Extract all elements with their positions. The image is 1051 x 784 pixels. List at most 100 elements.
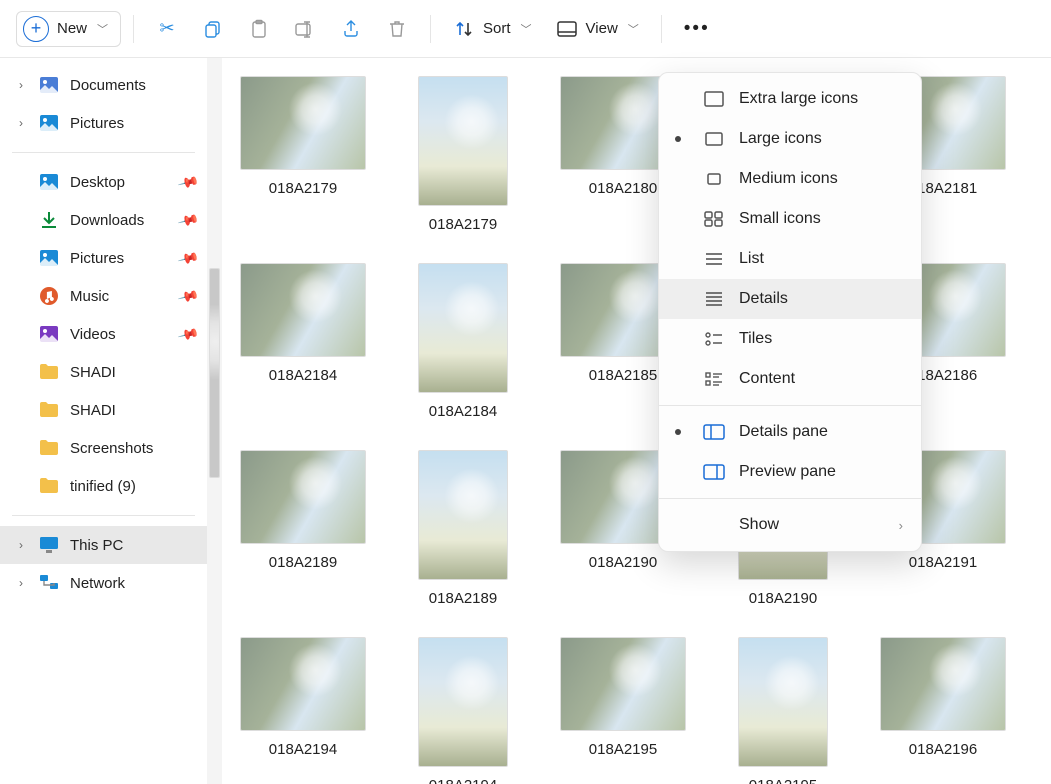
- sidebar-item-downloads[interactable]: Downloads📌: [0, 201, 207, 239]
- copy-button[interactable]: [192, 12, 234, 46]
- sidebar-item-pictures[interactable]: Pictures📌: [0, 239, 207, 277]
- list-icon: [703, 250, 725, 268]
- menu-item-list[interactable]: List: [659, 239, 921, 279]
- file-item[interactable]: 018A2184: [397, 263, 529, 420]
- file-name: 018A2180: [589, 180, 657, 197]
- sidebar-item-tinified-9-[interactable]: tinified (9): [0, 467, 207, 505]
- sidebar-item-desktop[interactable]: Desktop 📌: [0, 163, 207, 201]
- sidebar-item-label: Desktop: [70, 174, 125, 191]
- file-item[interactable]: 018A2194: [237, 637, 369, 784]
- rename-button[interactable]: [284, 12, 326, 46]
- separator: [12, 515, 195, 516]
- menu-item-content[interactable]: Content: [659, 359, 921, 399]
- file-item[interactable]: 018A2194: [397, 637, 529, 784]
- bullet-icon: [675, 136, 681, 142]
- bullet-icon: [675, 429, 681, 435]
- chevron-down-icon: ﹀: [521, 21, 532, 37]
- menu-item-label: Tiles: [739, 330, 772, 348]
- sidebar-item-label: Downloads: [70, 212, 144, 229]
- file-grid: 018A2179018A2179018A2180018A2180018A2181…: [207, 58, 1051, 784]
- view-menu: Extra large icons Large icons Medium icons…: [658, 72, 922, 552]
- menu-item-label: Preview pane: [739, 463, 836, 481]
- sidebar-item-label: Music: [70, 288, 109, 305]
- menu-item-details[interactable]: Details: [659, 279, 921, 319]
- sidebar-item-screenshots[interactable]: Screenshots: [0, 429, 207, 467]
- chevron-right-icon: ›: [14, 116, 28, 130]
- rename-icon: [294, 18, 316, 40]
- menu-item-small-icons[interactable]: Small icons: [659, 199, 921, 239]
- sidebar-item-shadi[interactable]: SHADI: [0, 391, 207, 429]
- sidebar: ›Documents›Pictures Desktop📌Downloads📌Pi…: [0, 58, 207, 784]
- view-button[interactable]: View ﹀: [546, 12, 649, 46]
- menu-item-large-icons[interactable]: Large icons: [659, 119, 921, 159]
- clipboard-icon: [248, 18, 270, 40]
- thumbnail: [240, 263, 366, 357]
- pin-icon: 📌: [176, 170, 200, 193]
- sidebar-item-shadi[interactable]: SHADI: [0, 353, 207, 391]
- menu-item-label: Details: [739, 290, 788, 308]
- pin-icon: 📌: [176, 246, 200, 269]
- file-item[interactable]: 018A2189: [397, 450, 529, 607]
- file-name: 018A2179: [269, 180, 337, 197]
- video-icon: [38, 323, 60, 345]
- thumbnail: [738, 637, 828, 767]
- sidebar-item-pictures[interactable]: › Pictures: [0, 104, 207, 142]
- file-item[interactable]: 018A2196: [877, 637, 1009, 784]
- file-item[interactable]: 018A2184: [237, 263, 369, 420]
- cut-button[interactable]: ✂: [146, 12, 188, 46]
- menu-item-preview-pane[interactable]: Preview pane: [659, 452, 921, 492]
- menu-item-label: Medium icons: [739, 170, 838, 188]
- sm-icon: [703, 210, 725, 228]
- sidebar-item-label: Network: [70, 575, 125, 592]
- menu-item-medium-icons[interactable]: Medium icons: [659, 159, 921, 199]
- paste-button[interactable]: [238, 12, 280, 46]
- pin-icon: 📌: [176, 322, 200, 345]
- dpane-icon: [703, 423, 725, 441]
- pic-icon: [38, 247, 60, 269]
- more-button[interactable]: •••: [674, 12, 720, 46]
- file-name: 018A2191: [909, 554, 977, 571]
- file-name: 018A2179: [429, 216, 497, 233]
- md-icon: [703, 170, 725, 188]
- file-name: 018A2184: [429, 403, 497, 420]
- desktop-icon: [38, 171, 60, 193]
- file-name: 018A2190: [749, 590, 817, 607]
- menu-item-extra-large-icons[interactable]: Extra large icons: [659, 79, 921, 119]
- sidebar-item-label: SHADI: [70, 364, 116, 381]
- thumbnail: [240, 637, 366, 731]
- file-item[interactable]: 018A2189: [237, 450, 369, 607]
- menu-item-label: Extra large icons: [739, 90, 858, 108]
- file-item[interactable]: 018A2195: [557, 637, 689, 784]
- tiles-icon: [703, 330, 725, 348]
- sidebar-item-label: Pictures: [70, 115, 124, 132]
- file-item[interactable]: 018A2179: [237, 76, 369, 233]
- sidebar-item-network[interactable]: ›Network: [0, 564, 207, 602]
- folder-icon: [38, 437, 60, 459]
- new-button[interactable]: + New ﹀: [16, 11, 121, 47]
- menu-item-label: Small icons: [739, 210, 821, 228]
- music-icon: [38, 285, 60, 307]
- delete-button[interactable]: [376, 12, 418, 46]
- separator: [659, 498, 921, 499]
- sidebar-item-music[interactable]: Music📌: [0, 277, 207, 315]
- file-name: 018A2195: [749, 777, 817, 784]
- thumbnail: [418, 450, 508, 580]
- thumbnail: [560, 637, 686, 731]
- share-button[interactable]: [330, 12, 372, 46]
- file-name: 018A2194: [269, 741, 337, 758]
- sidebar-item-videos[interactable]: Videos📌: [0, 315, 207, 353]
- menu-item-details-pane[interactable]: Details pane: [659, 412, 921, 452]
- menu-item-show[interactable]: Show›: [659, 505, 921, 545]
- trash-icon: [386, 18, 408, 40]
- sort-button[interactable]: Sort ﹀: [443, 12, 542, 46]
- menu-item-label: List: [739, 250, 764, 268]
- file-name: 018A2194: [429, 777, 497, 784]
- sidebar-item-documents[interactable]: ›Documents: [0, 66, 207, 104]
- toolbar: + New ﹀ ✂ Sort ﹀ View ﹀ •••: [0, 0, 1051, 58]
- sidebar-item-this-pc[interactable]: ›This PC: [0, 526, 207, 564]
- share-icon: [340, 18, 362, 40]
- menu-item-tiles[interactable]: Tiles: [659, 319, 921, 359]
- file-item[interactable]: 018A2195: [717, 637, 849, 784]
- thumbnail: [240, 450, 366, 544]
- file-item[interactable]: 018A2179: [397, 76, 529, 233]
